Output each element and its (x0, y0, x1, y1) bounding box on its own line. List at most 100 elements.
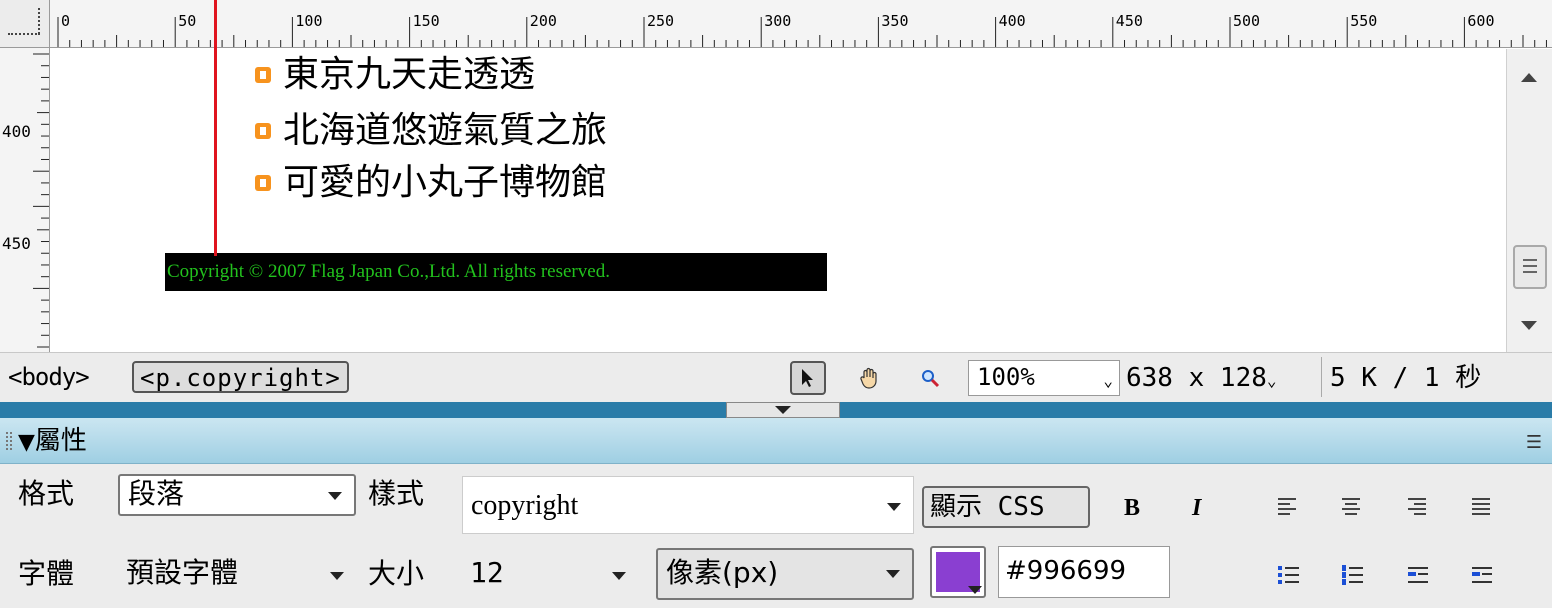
style-select[interactable]: copyright (462, 476, 914, 534)
chevron-down-icon (887, 503, 901, 511)
tag-selector-p-copyright[interactable]: <p.copyright> (132, 361, 349, 393)
vertical-ruler-ticks (33, 53, 49, 348)
style-value: copyright (471, 490, 579, 521)
bullet-icon (255, 67, 271, 83)
drag-grip-icon[interactable] (6, 432, 12, 450)
panel-collapse-handle[interactable] (726, 402, 840, 418)
tag-selector-body[interactable]: <body> (8, 363, 90, 391)
outdent-icon[interactable] (1408, 564, 1430, 586)
style-label: 樣式 (368, 477, 425, 510)
italic-button[interactable]: I (1192, 494, 1201, 522)
zoom-select[interactable]: 100% ⌄ (968, 360, 1120, 396)
ruler-label: 0 (61, 12, 70, 30)
ruler-label: 250 (647, 12, 674, 30)
ruler-origin-cross (38, 8, 40, 34)
ruler-label: 350 (881, 12, 908, 30)
zoom-tool-button[interactable] (912, 361, 948, 395)
panel-options-icon[interactable]: ☰ (1526, 432, 1542, 453)
unit-select[interactable]: 像素(px) (656, 548, 914, 600)
hand-tool-button[interactable] (852, 361, 888, 395)
scroll-thumb[interactable] (1513, 245, 1547, 289)
list-item[interactable]: 東京九天走透透 (255, 49, 535, 101)
chevron-down-icon (328, 492, 342, 500)
vertical-ruler[interactable]: 400 450 (0, 48, 50, 352)
format-label: 格式 (18, 477, 75, 510)
align-center-icon[interactable] (1342, 498, 1362, 518)
vertical-scrollbar[interactable] (1506, 49, 1552, 352)
font-value: 預設字體 (126, 556, 239, 589)
chevron-down-icon: ⌄ (1266, 371, 1277, 390)
vertical-ruler-label: 450 (2, 234, 31, 253)
align-right-icon[interactable] (1408, 498, 1428, 518)
align-left-icon[interactable] (1278, 498, 1298, 518)
chevron-down-icon (612, 572, 626, 580)
panel-title[interactable]: ▼屬性 (18, 424, 87, 460)
scroll-down-arrow-icon[interactable] (1521, 321, 1537, 330)
font-select[interactable]: 預設字體 (118, 550, 356, 600)
bold-button[interactable]: B (1124, 494, 1140, 522)
size-label: 大小 (368, 557, 425, 590)
vertical-ruler-label: 400 (2, 122, 31, 141)
divider (1321, 357, 1322, 397)
align-justify-icon[interactable] (1472, 498, 1492, 518)
grip-icon (1523, 259, 1537, 261)
chevron-down-icon (886, 570, 900, 578)
list-item[interactable]: 北海道悠遊氣質之旅 (255, 105, 607, 157)
scroll-up-arrow-icon[interactable] (1521, 73, 1537, 82)
list-item-text: 可愛的小丸子博物館 (283, 162, 608, 203)
pointer-icon (802, 369, 813, 387)
window-size-value: 638 x 128 (1126, 363, 1267, 393)
bullet-icon (255, 123, 271, 139)
ruler-origin[interactable] (0, 0, 50, 48)
size-select[interactable]: 12 (462, 550, 638, 600)
expand-triangle-icon: ▼ (18, 430, 35, 455)
collapse-arrow-icon (775, 406, 791, 414)
magnifier-icon (922, 370, 940, 388)
format-value: 段落 (128, 477, 185, 510)
panel-title-text: 屬性 (34, 426, 87, 456)
horizontal-ruler-ticks: 0 50 100 150 200 250 300 350 400 450 500 550 600 (57, 12, 1547, 47)
horizontal-ruler[interactable]: 0 50 100 150 200 250 300 350 400 450 500 550 600 (50, 0, 1552, 48)
window-size-readout[interactable]: 638 x 128⌄ (1126, 362, 1277, 397)
status-bar: <body> <p.copyright> 100% ⌄ 638 x 128⌄ 5… (0, 352, 1552, 402)
zoom-value: 100% (977, 363, 1035, 391)
ruler-label: 50 (178, 12, 196, 30)
copyright-paragraph[interactable]: Copyright © 2007 Flag Japan Co.,Ltd. All… (165, 253, 827, 291)
chevron-down-icon (968, 586, 982, 594)
select-tool-button[interactable] (790, 361, 826, 395)
list-item[interactable]: 可愛的小丸子博物館 (255, 157, 607, 209)
bullet-icon (255, 175, 271, 191)
download-stats: 5 K / 1 秒 (1330, 363, 1482, 393)
design-canvas[interactable]: 東京九天走透透 北海道悠遊氣質之旅 可愛的小丸子博物館 Copyright © … (51, 49, 1506, 352)
unordered-list-icon[interactable] (1278, 564, 1300, 586)
chevron-down-icon (330, 572, 344, 580)
hand-icon (860, 367, 877, 389)
list-item-text: 東京九天走透透 (283, 54, 536, 95)
properties-panel-header[interactable]: ▼屬性 ☰ (0, 418, 1552, 464)
font-label: 字體 (18, 557, 75, 590)
grip-icon (1523, 265, 1537, 267)
show-css-button[interactable]: 顯示 CSS (922, 486, 1090, 528)
color-hex-value: #996699 (1005, 556, 1127, 586)
size-value: 12 (470, 556, 504, 589)
ruler-label: 450 (1116, 12, 1143, 30)
ruler-label: 100 (295, 12, 322, 30)
list-item-text: 北海道悠遊氣質之旅 (283, 110, 608, 151)
ordered-list-icon[interactable] (1342, 564, 1364, 586)
unit-value: 像素(px) (666, 556, 779, 589)
ruler-label: 200 (530, 12, 557, 30)
ruler-label: 400 (999, 12, 1026, 30)
chevron-down-icon: ⌄ (1103, 371, 1113, 390)
callout-line (214, 0, 217, 256)
ruler-label: 300 (764, 12, 791, 30)
grip-icon (1523, 271, 1537, 273)
ruler-origin-cross (8, 33, 40, 35)
color-swatch-button[interactable] (930, 546, 986, 598)
format-select[interactable]: 段落 (118, 474, 356, 516)
color-hex-input[interactable]: #996699 (998, 546, 1170, 598)
ruler-label: 150 (413, 12, 440, 30)
ruler-label: 550 (1350, 12, 1377, 30)
ruler-label: 500 (1233, 12, 1260, 30)
indent-icon[interactable] (1472, 564, 1494, 586)
ruler-label: 600 (1467, 12, 1494, 30)
